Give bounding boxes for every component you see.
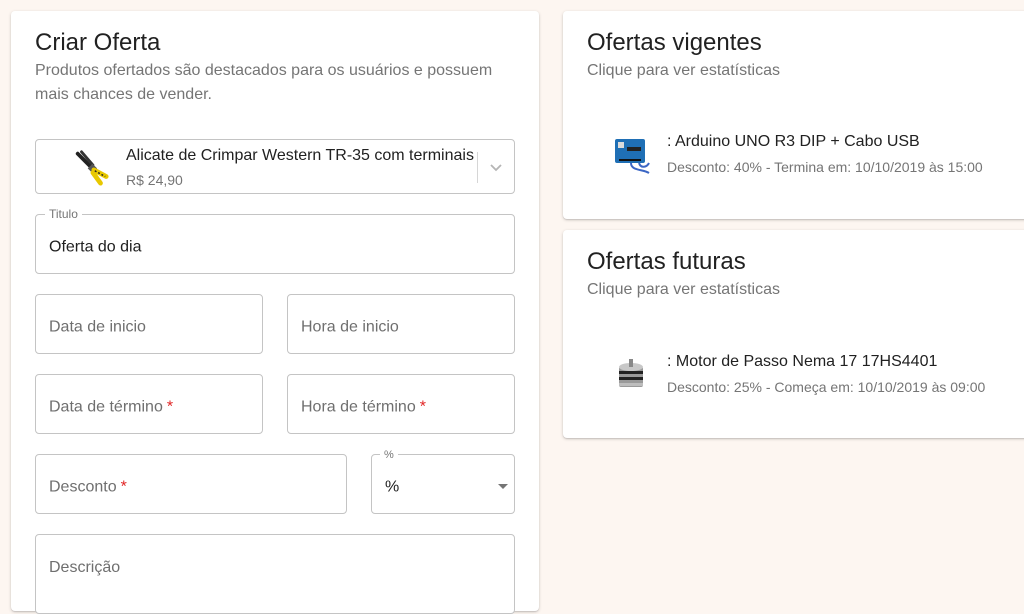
create-offer-title: Criar Oferta xyxy=(35,29,161,56)
offer-detail: Desconto: 25% - Começa em: 10/10/2019 às… xyxy=(667,379,986,395)
future-offers-title: Ofertas futuras xyxy=(587,248,746,275)
arduino-board-icon xyxy=(615,139,650,174)
title-label: Titulo xyxy=(45,207,82,221)
start-time-input[interactable]: Hora de inicio xyxy=(287,294,515,354)
end-date-input[interactable]: Data de término * xyxy=(35,374,263,434)
title-value: Oferta do dia xyxy=(49,238,142,256)
current-offers-card: Ofertas vigentes Clique para ver estatís… xyxy=(563,11,1024,219)
discount-type-value: % xyxy=(385,478,400,496)
start-date-input[interactable]: Data de inicio xyxy=(35,294,263,354)
discount-type-select[interactable]: % % xyxy=(371,449,515,514)
current-offers-subtitle: Clique para ver estatísticas xyxy=(587,62,780,79)
start-time-placeholder: Hora de inicio xyxy=(301,318,399,336)
offer-list-item[interactable]: : Arduino UNO R3 DIP + Cabo USB Desconto… xyxy=(603,129,1023,189)
required-mark: * xyxy=(166,398,174,416)
select-divider xyxy=(477,152,478,183)
required-mark: * xyxy=(120,478,127,496)
description-input[interactable]: Descrição xyxy=(35,534,515,614)
offer-detail: Desconto: 40% - Termina em: 10/10/2019 à… xyxy=(667,159,983,175)
future-offers-card: Ofertas futuras Clique para ver estatíst… xyxy=(563,230,1024,438)
description-placeholder: Descrição xyxy=(49,559,121,576)
end-time-placeholder: Hora de término * xyxy=(301,399,426,417)
create-offer-subtitle: Produtos ofertados são destacados para o… xyxy=(35,62,493,103)
offer-name: : Arduino UNO R3 DIP + Cabo USB xyxy=(667,133,920,150)
discount-placeholder: Desconto * xyxy=(49,479,127,497)
offer-name: : Motor de Passo Nema 17 17HS4401 xyxy=(667,353,938,370)
required-mark: * xyxy=(419,398,426,416)
crimping-tool-icon xyxy=(75,150,109,186)
product-select[interactable]: Alicate de Crimpar Western TR-35 com ter… xyxy=(35,139,515,194)
end-date-label: Data de término xyxy=(49,398,163,416)
discount-input[interactable]: Desconto * xyxy=(35,454,347,514)
end-time-label: Hora de término xyxy=(301,398,416,416)
current-offers-title: Ofertas vigentes xyxy=(587,29,762,56)
offer-list-item[interactable]: : Motor de Passo Nema 17 17HS4401 Descon… xyxy=(603,349,1023,409)
dropdown-arrow-icon xyxy=(498,484,508,489)
future-offers-subtitle: Clique para ver estatísticas xyxy=(587,281,780,298)
stepper-motor-icon xyxy=(619,359,643,387)
chevron-down-icon[interactable] xyxy=(486,157,506,177)
create-offer-card: Criar Oferta Produtos ofertados são dest… xyxy=(11,11,539,614)
product-price: R$ 24,90 xyxy=(126,172,183,188)
product-name: Alicate de Crimpar Western TR-35 com ter… xyxy=(126,147,476,164)
title-input[interactable]: Titulo Oferta do dia xyxy=(35,207,515,274)
discount-label: Desconto xyxy=(49,478,117,496)
start-date-placeholder: Data de inicio xyxy=(49,318,146,336)
discount-type-label: % xyxy=(380,449,398,461)
end-date-placeholder: Data de término * xyxy=(49,399,173,417)
end-time-input[interactable]: Hora de término * xyxy=(287,374,515,434)
